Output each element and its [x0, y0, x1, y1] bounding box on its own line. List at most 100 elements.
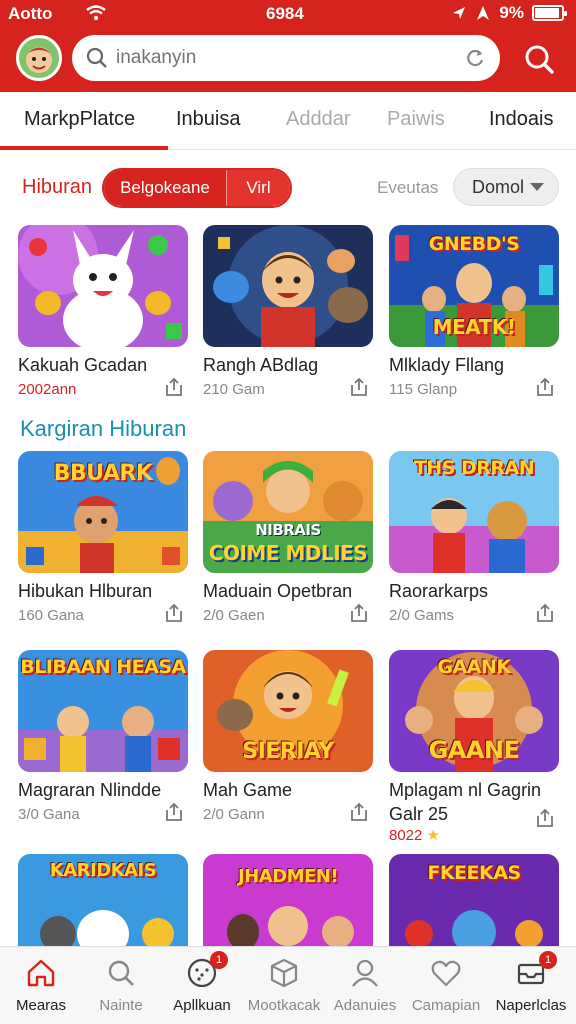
search-input[interactable]	[116, 47, 464, 69]
card-title: Maduain Opetbran	[203, 581, 353, 601]
thumbnail-title: GAANE	[428, 736, 520, 764]
card-title-line2: Galr 25	[389, 804, 449, 824]
tab-indicator	[0, 146, 168, 150]
thumbnail-title-top: GNEBD'S	[428, 233, 520, 255]
bottom-nav: Mearas Nainte 1 Apllkuan Mootkacak Adanu…	[0, 946, 576, 1024]
thumbnail-title: FKEEKAS	[427, 862, 521, 884]
events-label: Eveutas	[377, 178, 439, 197]
game-thumbnail: NIBRAIS COIME MDLIES	[203, 451, 373, 573]
game-thumbnail: THS DRRAN	[389, 451, 559, 573]
thumbnail-title-bottom: MEATK!	[432, 315, 516, 339]
thumbnail-title: BLIBAAN HEASA	[20, 656, 186, 678]
share-icon[interactable]	[535, 377, 555, 397]
game-thumbnail: GNEBD'S MEATK!	[389, 225, 559, 347]
tab-indoais[interactable]: Indoais	[489, 108, 554, 131]
thumbnail-title: COIME MDLIES	[208, 541, 368, 565]
share-icon[interactable]	[349, 603, 369, 623]
card-meta: 210 Gam	[203, 381, 265, 398]
tab-paiwis[interactable]: Paiwis	[387, 108, 445, 131]
game-thumbnail	[18, 225, 188, 347]
nav-label: Mootkacak	[247, 997, 321, 1014]
avatar[interactable]	[16, 35, 62, 81]
card-title: Kakuah Gcadan	[18, 355, 148, 375]
card-meta: 2/0 Gann	[203, 806, 265, 823]
nav-label: Apllkuan	[173, 997, 231, 1014]
thumbnail-title: BBUARK	[53, 461, 153, 486]
segment-selected[interactable]: Belgokeane	[104, 170, 226, 206]
heart-icon	[431, 960, 461, 987]
card-meta: 8022 ★	[389, 827, 440, 844]
nav-item-profile[interactable]: Adanuies	[324, 957, 406, 1014]
nav-label: Naperlclas	[495, 997, 567, 1014]
thumbnail-subtitle: NIBRAIS	[255, 521, 321, 539]
share-icon[interactable]	[535, 603, 555, 623]
status-icons: 9%	[451, 3, 567, 23]
star-icon: ★	[426, 827, 440, 844]
game-thumbnail: SIERIAY	[203, 650, 373, 772]
card-meta: 2/0 Gams	[389, 607, 455, 624]
game-card[interactable]: GNEBD'S MEATK! Mlklady Fllang 115 Glanp	[389, 225, 559, 398]
search-icon	[86, 47, 107, 68]
segmented-control: Belgokeane Virl	[102, 168, 292, 208]
game-card[interactable]: BLIBAAN HEASA Magraran Nlindde 3/0 Gana	[18, 650, 188, 823]
thumbnail-title: KARIDKAIS	[49, 860, 157, 881]
dropdown-value: Domol	[472, 176, 525, 197]
game-thumbnail: BBUARK	[18, 451, 188, 573]
nav-label: Adanuies	[333, 997, 397, 1014]
sort-dropdown[interactable]: Domol	[453, 168, 559, 206]
share-icon[interactable]	[349, 377, 369, 397]
tab-adddar[interactable]: Adddar	[286, 108, 351, 131]
share-icon[interactable]	[535, 808, 555, 828]
card-title: Raorarkarps	[389, 581, 489, 601]
game-card[interactable]: THS DRRAN Raorarkarps 2/0 Gams	[389, 451, 559, 624]
thumbnail-subtitle: GAANK	[437, 656, 511, 678]
location-icon	[453, 7, 466, 19]
card-title: Magraran Nlindde	[18, 780, 162, 800]
game-card[interactable]: Kakuah Gcadan 2002ann	[18, 225, 188, 398]
home-icon	[27, 959, 55, 987]
share-icon[interactable]	[164, 603, 184, 623]
refresh-icon[interactable]	[464, 47, 486, 69]
game-card[interactable]: NIBRAIS COIME MDLIES Maduain Opetbran 2/…	[203, 451, 373, 624]
battery-percent: 9%	[499, 3, 524, 22]
game-card[interactable]: GAANK GAANE Mplagam nl Gagrin Galr 25 80…	[389, 650, 559, 844]
card-meta: 2002ann	[18, 381, 77, 398]
nav-item-search[interactable]: Nainte	[80, 957, 162, 1014]
card-meta: 115 Glanp	[389, 381, 458, 398]
status-bar: Aotto 6984 9%	[0, 0, 576, 28]
section-title: Kargiran Hiburan	[20, 416, 187, 441]
card-title: Rangh ABdlag	[203, 355, 319, 375]
nav-label: Nainte	[99, 997, 143, 1014]
search-bar[interactable]	[72, 35, 500, 81]
card-meta: 2/0 Gaen	[203, 607, 265, 624]
share-icon[interactable]	[349, 802, 369, 822]
tab-marketplace[interactable]: MarkpPlatce	[24, 108, 135, 131]
share-icon[interactable]	[164, 802, 184, 822]
card-title: Mlklady Fllang	[389, 355, 505, 375]
card-title: Hibukan Hlburan	[18, 581, 153, 601]
segment-unselected[interactable]: Virl	[226, 170, 290, 206]
filter-label: Hiburan	[22, 176, 93, 198]
chevron-down-icon	[530, 183, 544, 191]
game-card[interactable]: SIERIAY Mah Game 2/0 Gann	[203, 650, 373, 823]
tab-inbuisa[interactable]: Inbuisa	[176, 108, 241, 131]
wifi-icon	[86, 5, 106, 21]
notification-badge: 1	[539, 951, 557, 969]
nav-item-inbox[interactable]: 1 Naperlclas	[490, 951, 572, 1014]
nav-item-home[interactable]: Mearas	[0, 957, 82, 1014]
navigation-icon	[477, 6, 490, 20]
share-icon[interactable]	[164, 377, 184, 397]
game-thumbnail	[203, 225, 373, 347]
nav-item-box[interactable]: Mootkacak	[243, 957, 325, 1014]
thumbnail-title: SIERIAY	[242, 739, 334, 764]
game-thumbnail: GAANK GAANE	[389, 650, 559, 772]
search-icon	[108, 960, 134, 986]
game-card[interactable]: BBUARK Hibukan Hlburan 160 Gana	[18, 451, 188, 624]
nav-label: Mearas	[15, 997, 67, 1014]
card-meta: 160 Gana	[18, 607, 84, 624]
game-card[interactable]: Rangh ABdlag 210 Gam	[203, 225, 373, 398]
search-button[interactable]	[520, 40, 560, 80]
box-icon	[270, 958, 298, 988]
nav-item-apps[interactable]: 1 Apllkuan	[161, 951, 243, 1014]
nav-item-favorites[interactable]: Camapian	[405, 957, 487, 1014]
